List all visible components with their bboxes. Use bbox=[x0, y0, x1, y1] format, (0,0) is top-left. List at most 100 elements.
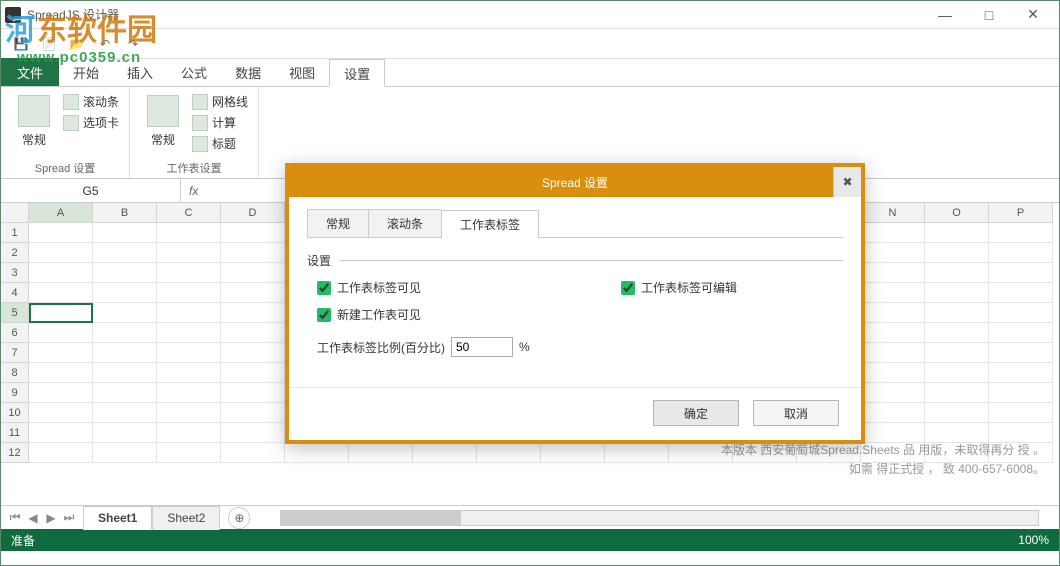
ratio-input[interactable] bbox=[451, 337, 513, 357]
sheet-nav-prev-icon[interactable]: ◀ bbox=[25, 510, 41, 526]
cell[interactable] bbox=[157, 223, 221, 243]
corner-header[interactable] bbox=[1, 203, 29, 223]
col-header[interactable]: B bbox=[93, 203, 157, 223]
row-header[interactable]: 1 bbox=[1, 223, 29, 243]
checkbox-tab-editable[interactable]: 工作表标签可编辑 bbox=[621, 279, 737, 296]
cell[interactable] bbox=[861, 323, 925, 343]
tab-view[interactable]: 视图 bbox=[275, 58, 329, 86]
col-header[interactable]: D bbox=[221, 203, 285, 223]
cell[interactable] bbox=[221, 283, 285, 303]
cell[interactable] bbox=[925, 343, 989, 363]
cell[interactable] bbox=[157, 323, 221, 343]
cell[interactable] bbox=[925, 403, 989, 423]
cell[interactable] bbox=[925, 223, 989, 243]
cell[interactable] bbox=[29, 283, 93, 303]
cell[interactable] bbox=[861, 283, 925, 303]
undo-icon[interactable]: ↶ bbox=[95, 34, 115, 54]
cell[interactable] bbox=[93, 223, 157, 243]
cell[interactable] bbox=[93, 263, 157, 283]
tab-formula[interactable]: 公式 bbox=[167, 58, 221, 86]
cell[interactable] bbox=[861, 243, 925, 263]
row-header[interactable]: 10 bbox=[1, 403, 29, 423]
cell[interactable] bbox=[989, 283, 1053, 303]
cell[interactable] bbox=[157, 243, 221, 263]
cell[interactable] bbox=[221, 323, 285, 343]
sheet-general-button[interactable]: 常规 bbox=[140, 91, 186, 158]
cell[interactable] bbox=[925, 363, 989, 383]
tabstrip-item[interactable]: 选项卡 bbox=[63, 114, 119, 131]
cell[interactable] bbox=[157, 263, 221, 283]
row-header[interactable]: 4 bbox=[1, 283, 29, 303]
export-icon[interactable]: 📄 bbox=[39, 34, 59, 54]
cell[interactable] bbox=[29, 303, 93, 323]
name-box[interactable]: G5 bbox=[1, 179, 181, 202]
redo-icon[interactable]: ↷ bbox=[123, 34, 143, 54]
row-header[interactable]: 11 bbox=[1, 423, 29, 443]
cell[interactable] bbox=[989, 403, 1053, 423]
cell[interactable] bbox=[221, 443, 285, 463]
add-sheet-button[interactable]: ⊕ bbox=[228, 507, 250, 529]
cell[interactable] bbox=[221, 403, 285, 423]
cell[interactable] bbox=[861, 383, 925, 403]
sheet-tab-2[interactable]: Sheet2 bbox=[152, 506, 220, 530]
tab-settings[interactable]: 设置 bbox=[329, 59, 385, 87]
cell[interactable] bbox=[157, 343, 221, 363]
checkbox-tab-visible[interactable]: 工作表标签可见 bbox=[317, 279, 421, 296]
cell[interactable] bbox=[93, 283, 157, 303]
scrollbar-thumb[interactable] bbox=[281, 511, 461, 525]
row-header[interactable]: 2 bbox=[1, 243, 29, 263]
col-header[interactable]: N bbox=[861, 203, 925, 223]
cell[interactable] bbox=[925, 323, 989, 343]
cell[interactable] bbox=[989, 343, 1053, 363]
cell[interactable] bbox=[221, 263, 285, 283]
cell[interactable] bbox=[157, 383, 221, 403]
cell[interactable] bbox=[861, 303, 925, 323]
cell[interactable] bbox=[861, 223, 925, 243]
row-header[interactable]: 12 bbox=[1, 443, 29, 463]
cell[interactable] bbox=[157, 403, 221, 423]
cell[interactable] bbox=[29, 383, 93, 403]
cell[interactable] bbox=[29, 263, 93, 283]
cell[interactable] bbox=[989, 323, 1053, 343]
cell[interactable] bbox=[29, 343, 93, 363]
dialog-tab-scrollbar[interactable]: 滚动条 bbox=[368, 209, 442, 237]
calc-item[interactable]: 计算 bbox=[192, 114, 248, 131]
zoom-level[interactable]: 100% bbox=[1018, 533, 1049, 547]
cell[interactable] bbox=[93, 243, 157, 263]
cell[interactable] bbox=[221, 383, 285, 403]
col-header[interactable]: O bbox=[925, 203, 989, 223]
cell[interactable] bbox=[157, 363, 221, 383]
tab-data[interactable]: 数据 bbox=[221, 58, 275, 86]
cell[interactable] bbox=[157, 283, 221, 303]
dialog-tab-general[interactable]: 常规 bbox=[307, 209, 369, 237]
headers-item[interactable]: 标题 bbox=[192, 135, 248, 152]
cell[interactable] bbox=[349, 443, 413, 463]
dialog-title-bar[interactable]: Spread 设置 ✖ bbox=[289, 167, 861, 197]
sheet-tab-1[interactable]: Sheet1 bbox=[83, 506, 152, 530]
save-icon[interactable]: 💾 bbox=[11, 34, 31, 54]
cell[interactable] bbox=[221, 223, 285, 243]
cell[interactable] bbox=[861, 343, 925, 363]
col-header[interactable]: A bbox=[29, 203, 93, 223]
open-icon[interactable]: 📂 bbox=[67, 34, 87, 54]
cell[interactable] bbox=[605, 443, 669, 463]
cell[interactable] bbox=[989, 363, 1053, 383]
cell[interactable] bbox=[989, 223, 1053, 243]
cell[interactable] bbox=[925, 303, 989, 323]
cell[interactable] bbox=[925, 263, 989, 283]
general-button[interactable]: 常规 bbox=[11, 91, 57, 158]
cell[interactable] bbox=[925, 283, 989, 303]
checkbox-newsheet-visible[interactable]: 新建工作表可见 bbox=[317, 306, 421, 323]
cell[interactable] bbox=[925, 383, 989, 403]
row-header[interactable]: 7 bbox=[1, 343, 29, 363]
cell[interactable] bbox=[157, 303, 221, 323]
cell[interactable] bbox=[925, 243, 989, 263]
cell[interactable] bbox=[29, 323, 93, 343]
maximize-button[interactable]: □ bbox=[967, 2, 1011, 28]
cell[interactable] bbox=[477, 443, 541, 463]
ok-button[interactable]: 确定 bbox=[653, 400, 739, 426]
cell[interactable] bbox=[989, 383, 1053, 403]
row-header[interactable]: 6 bbox=[1, 323, 29, 343]
cell[interactable] bbox=[413, 443, 477, 463]
cell[interactable] bbox=[221, 303, 285, 323]
